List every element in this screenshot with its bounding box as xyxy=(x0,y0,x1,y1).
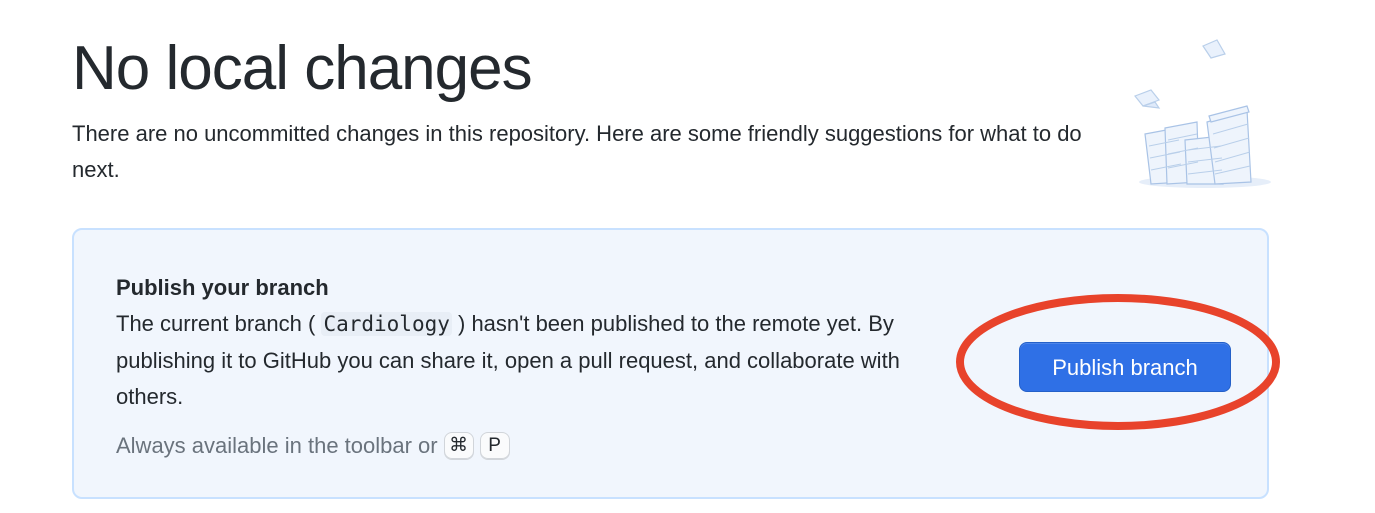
flying-paper-icon xyxy=(1134,39,1226,109)
p-key: P xyxy=(479,431,510,460)
publish-branch-description: The current branch ( Cardiology ) hasn't… xyxy=(116,306,946,416)
shortcut-hint-label: Always available in the toolbar or xyxy=(116,432,438,458)
publish-branch-text: Publish your branch The current branch (… xyxy=(116,270,946,464)
publish-branch-card: Publish your branch The current branch (… xyxy=(72,228,1269,499)
page-title: No local changes xyxy=(72,34,533,103)
no-changes-view: No local changes There are no uncommitte… xyxy=(0,0,1375,513)
command-key: ⌘ xyxy=(443,431,474,460)
publish-branch-title: Publish your branch xyxy=(116,275,329,300)
publish-branch-button[interactable]: Publish branch xyxy=(1019,342,1231,392)
shortcut-hint: Always available in the toolbar or ⌘ P xyxy=(116,428,946,464)
branch-name: Cardiology xyxy=(321,312,452,336)
paper-stack-illustration-icon xyxy=(1134,39,1271,188)
page-subtitle: There are no uncommitted changes in this… xyxy=(72,121,1082,182)
description-part-1: The current branch ( xyxy=(116,311,316,336)
